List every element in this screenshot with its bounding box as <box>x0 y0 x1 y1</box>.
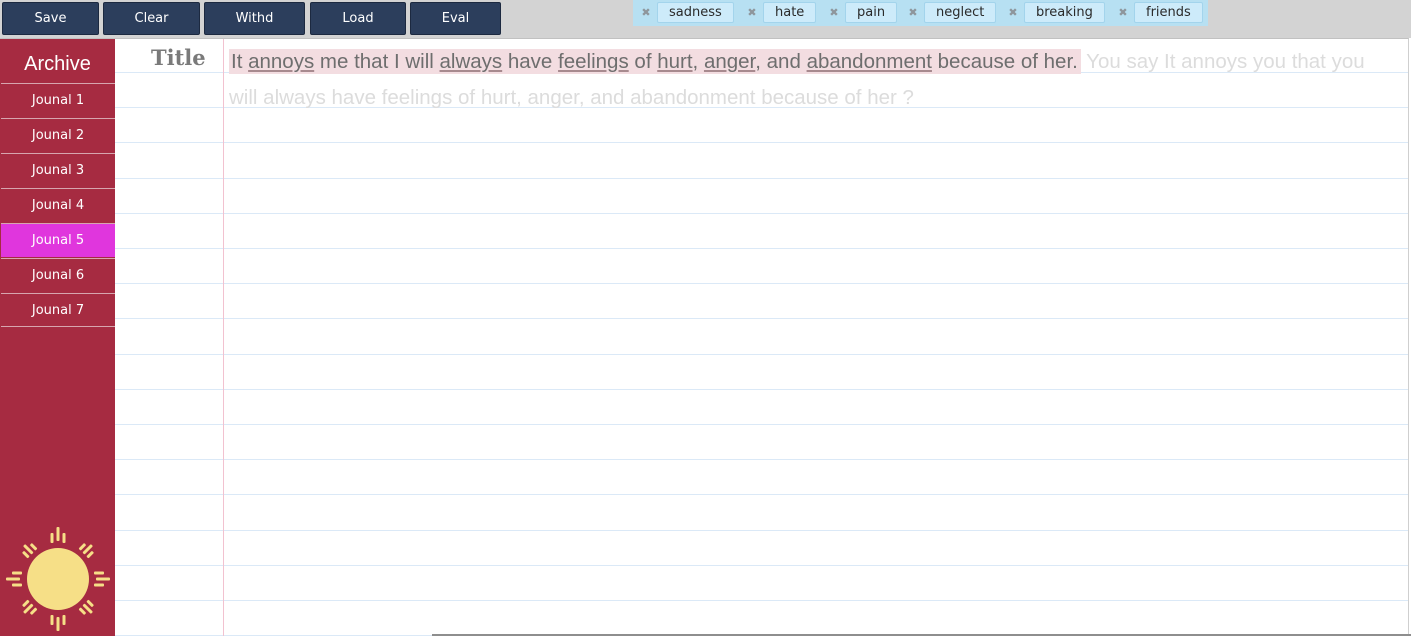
ruled-line <box>115 529 1408 531</box>
ruled-line <box>115 283 1408 285</box>
ruled-line <box>115 388 1408 390</box>
journal-editor[interactable]: Title It annoys me that I will always ha… <box>115 38 1409 636</box>
tag-pain: ✖ pain <box>823 2 898 23</box>
tag-label: breaking <box>1024 2 1105 23</box>
ruled-line <box>115 424 1408 425</box>
tag-friends: ✖ friends <box>1112 2 1203 23</box>
tag-label: friends <box>1134 2 1203 23</box>
journal-entry-text[interactable]: It annoys me that I will always have fee… <box>229 44 1379 116</box>
keyword-hurt: hurt <box>657 50 693 73</box>
entry-text-segment: have <box>502 50 559 73</box>
eval-button[interactable]: Eval <box>410 2 501 35</box>
entry-text-segment: because of her. <box>931 50 1078 73</box>
keyword-feelings: feelings <box>558 50 629 73</box>
ruled-line <box>115 177 1408 179</box>
tag-label: sadness <box>657 2 734 23</box>
entry-text-segment: , and <box>755 50 807 73</box>
sidebar-item-journal-7[interactable]: Jounal 7 <box>1 293 115 327</box>
tag-list: ✖ sadness ✖ hate ✖ pain ✖ neglect ✖ brea… <box>633 0 1208 26</box>
sidebar-item-journal-6[interactable]: Jounal 6 <box>1 258 115 292</box>
ruled-line <box>115 142 1408 144</box>
sidebar-item-journal-4[interactable]: Jounal 4 <box>1 188 115 222</box>
margin-line <box>223 39 224 636</box>
save-button[interactable]: Save <box>2 2 99 35</box>
keyword-anger: anger <box>703 50 756 73</box>
archive-sidebar: Archive Jounal 1 Jounal 2 Jounal 3 Jouna… <box>0 38 115 636</box>
sidebar-item-journal-2[interactable]: Jounal 2 <box>1 118 115 152</box>
close-icon[interactable]: ✖ <box>635 6 657 19</box>
highlighted-sentence: It annoys me that I will always have fee… <box>229 49 1081 74</box>
keyword-always: always <box>439 50 503 73</box>
ruled-line <box>115 564 1408 566</box>
ruled-line <box>115 600 1408 601</box>
archive-title: Archive <box>24 53 91 75</box>
close-icon[interactable]: ✖ <box>1112 6 1134 19</box>
ruled-line <box>115 212 1408 214</box>
sidebar-item-journal-3[interactable]: Jounal 3 <box>1 153 115 187</box>
tag-neglect: ✖ neglect <box>902 2 997 23</box>
keyword-abandonment: abandonment <box>806 50 932 73</box>
tag-label: neglect <box>924 2 997 23</box>
close-icon[interactable]: ✖ <box>902 6 924 19</box>
entry-text-segment: me that I will <box>314 50 440 73</box>
ruled-line <box>115 353 1408 355</box>
tag-breaking: ✖ breaking <box>1002 2 1105 23</box>
entry-text-segment: of <box>628 50 658 73</box>
tag-hate: ✖ hate <box>741 2 817 23</box>
load-button[interactable]: Load <box>310 2 406 35</box>
entry-text-segment: , <box>692 50 704 73</box>
keyword-annoys: annoys <box>248 50 315 73</box>
sun-icon <box>6 527 110 631</box>
tag-label: hate <box>763 2 817 23</box>
close-icon[interactable]: ✖ <box>1002 6 1024 19</box>
tag-sadness: ✖ sadness <box>635 2 734 23</box>
entry-text-segment: It <box>231 50 249 73</box>
ruled-line <box>115 248 1408 249</box>
ruled-line <box>115 494 1408 496</box>
withdraw-button[interactable]: Withd <box>204 2 305 35</box>
tag-label: pain <box>845 2 898 23</box>
sidebar-item-journal-5[interactable]: Jounal 5 <box>1 223 115 257</box>
close-icon[interactable]: ✖ <box>823 6 845 19</box>
clear-button[interactable]: Clear <box>103 2 200 35</box>
ruled-line <box>115 459 1408 461</box>
title-label: Title <box>151 45 206 70</box>
ruled-line <box>115 318 1408 320</box>
close-icon[interactable]: ✖ <box>741 6 763 19</box>
sidebar-item-journal-1[interactable]: Jounal 1 <box>1 83 115 117</box>
top-toolbar: Save Clear Withd Load Eval ✖ sadness ✖ h… <box>0 0 1411 38</box>
